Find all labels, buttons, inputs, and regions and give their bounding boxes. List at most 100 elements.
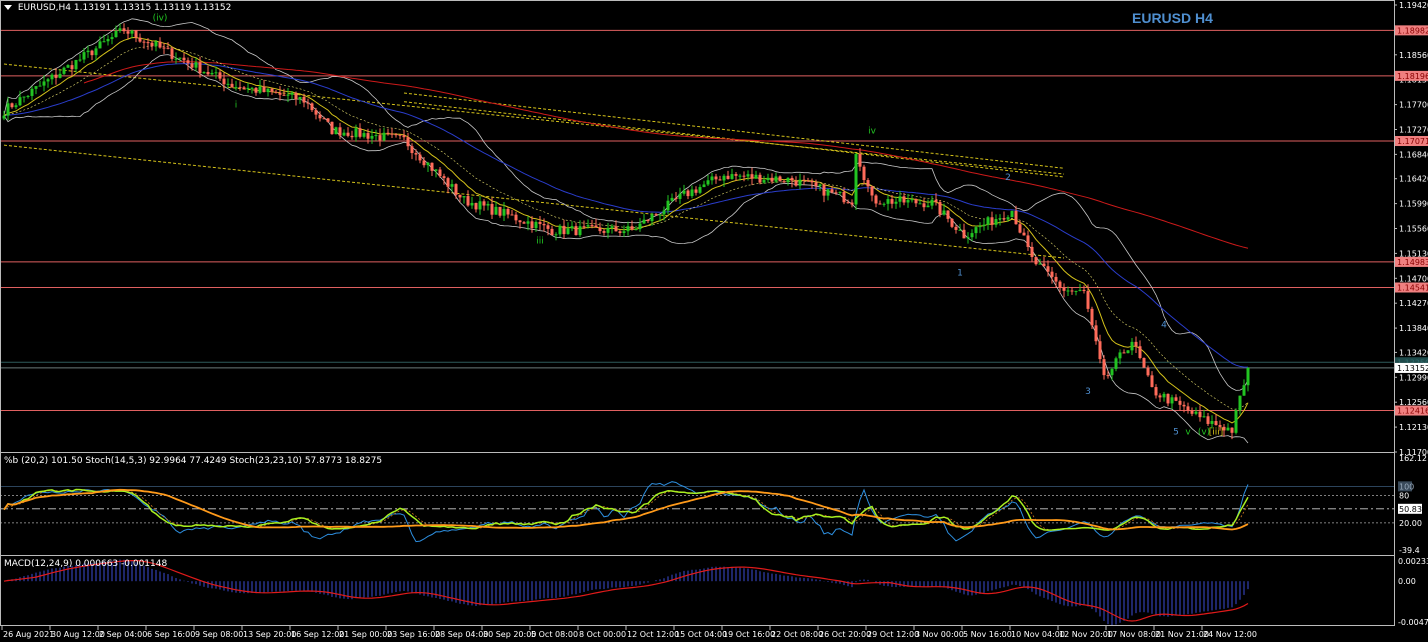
candle-body: [142, 41, 146, 43]
candle-body: [698, 187, 702, 193]
candle-body: [334, 127, 338, 135]
candle: [310, 102, 314, 113]
candle: [238, 81, 242, 91]
candle-body: [578, 226, 582, 236]
candle-body: [694, 189, 698, 193]
candle-body: [954, 226, 958, 230]
candle: [1234, 408, 1238, 435]
candle-body: [190, 63, 194, 68]
candle: [746, 170, 750, 181]
candle-body: [350, 135, 354, 138]
bollinger-upper: [3, 18, 1249, 391]
candle: [26, 95, 30, 99]
candle: [1134, 336, 1138, 354]
wave-labels: (iv)iiiiiv12345 v (v)[iii]: [153, 14, 1224, 438]
time-tick-label: 15 Oct 04:00: [675, 630, 727, 639]
candle-body: [794, 180, 798, 186]
candle-body: [746, 174, 750, 177]
candle-body: [918, 203, 922, 205]
candle: [706, 175, 710, 187]
candle-body: [838, 191, 842, 193]
candle-body: [738, 175, 742, 177]
candle: [474, 202, 478, 213]
candle: [110, 32, 114, 45]
candle-body: [390, 133, 394, 135]
macd-signal-line: [3, 560, 1249, 622]
candle: [786, 177, 790, 186]
candle-body: [70, 65, 74, 70]
candle-body: [814, 182, 818, 187]
candle-body: [590, 225, 594, 227]
candle-body: [626, 226, 630, 232]
candle: [538, 215, 542, 231]
candle: [1162, 391, 1166, 402]
candle-body: [1238, 395, 1242, 411]
candle-body: [42, 81, 46, 86]
candle-body: [874, 195, 878, 204]
candle: [1166, 393, 1170, 407]
candle-body: [1242, 385, 1246, 396]
dropdown-arrow-icon[interactable]: [4, 5, 12, 10]
candle: [150, 41, 154, 51]
candle: [1034, 256, 1038, 266]
ma-20: [3, 45, 1249, 410]
time-tick-label: 12 Nov 20:00: [1059, 630, 1113, 639]
candle: [430, 162, 434, 176]
current-price-tag: 1.13152: [1397, 364, 1428, 373]
wave-label: i: [235, 100, 238, 110]
candle-body: [358, 128, 362, 137]
candle-body: [174, 58, 178, 60]
level-price-tag: 1.18982: [1397, 26, 1428, 35]
trading-chart[interactable]: (iv)iiiiiv12345v(v)[iii] 1.194201.185601…: [0, 0, 1428, 642]
candle-body: [26, 95, 30, 97]
candle: [106, 35, 110, 46]
candle: [66, 64, 70, 68]
macd-tick-label: -0.004719: [1398, 618, 1428, 627]
candle-body: [262, 86, 266, 93]
time-tick-label: 26 Oct 20:00: [819, 630, 871, 639]
candle-body: [394, 134, 398, 136]
candle-body: [594, 225, 598, 228]
candle: [978, 222, 982, 234]
candle-body: [126, 31, 130, 34]
time-tick-label: 17 Nov 08:00: [1107, 630, 1161, 639]
candle: [386, 128, 390, 136]
candle: [950, 218, 954, 229]
candle-body: [962, 229, 966, 239]
candle: [854, 153, 858, 211]
candle-body: [1146, 367, 1150, 376]
candle-body: [354, 128, 358, 138]
candle-body: [186, 60, 190, 64]
candle-body: [714, 176, 718, 180]
candle-body: [1166, 393, 1170, 404]
candle-body: [1090, 308, 1094, 326]
pctb-tag: 100: [1399, 482, 1414, 491]
candle-body: [574, 226, 578, 236]
candle: [1062, 283, 1066, 298]
candle-body: [1114, 358, 1118, 369]
candle: [986, 215, 990, 230]
price-tick-label: 1.14270: [1399, 299, 1428, 308]
time-tick-label: 16 Sep 12:00: [291, 630, 344, 639]
candle-body: [618, 231, 622, 234]
candle-body: [130, 30, 134, 34]
candle: [1130, 337, 1134, 355]
candle-body: [310, 103, 314, 111]
candle: [1102, 355, 1106, 380]
candle-body: [286, 94, 290, 96]
candle-body: [562, 225, 566, 235]
candle: [482, 199, 486, 211]
candle: [926, 199, 930, 208]
candle: [206, 65, 210, 76]
candle-body: [742, 175, 746, 177]
osc-tick-label: 162.12: [1399, 454, 1427, 463]
candle: [78, 53, 82, 62]
candle-body: [226, 83, 230, 85]
candle-body: [10, 103, 14, 108]
candle: [426, 161, 430, 172]
price-tick-label: 1.14700: [1399, 274, 1428, 283]
candle: [630, 220, 634, 231]
candle: [994, 214, 998, 228]
candle-body: [458, 194, 462, 198]
candle-body: [46, 79, 50, 82]
